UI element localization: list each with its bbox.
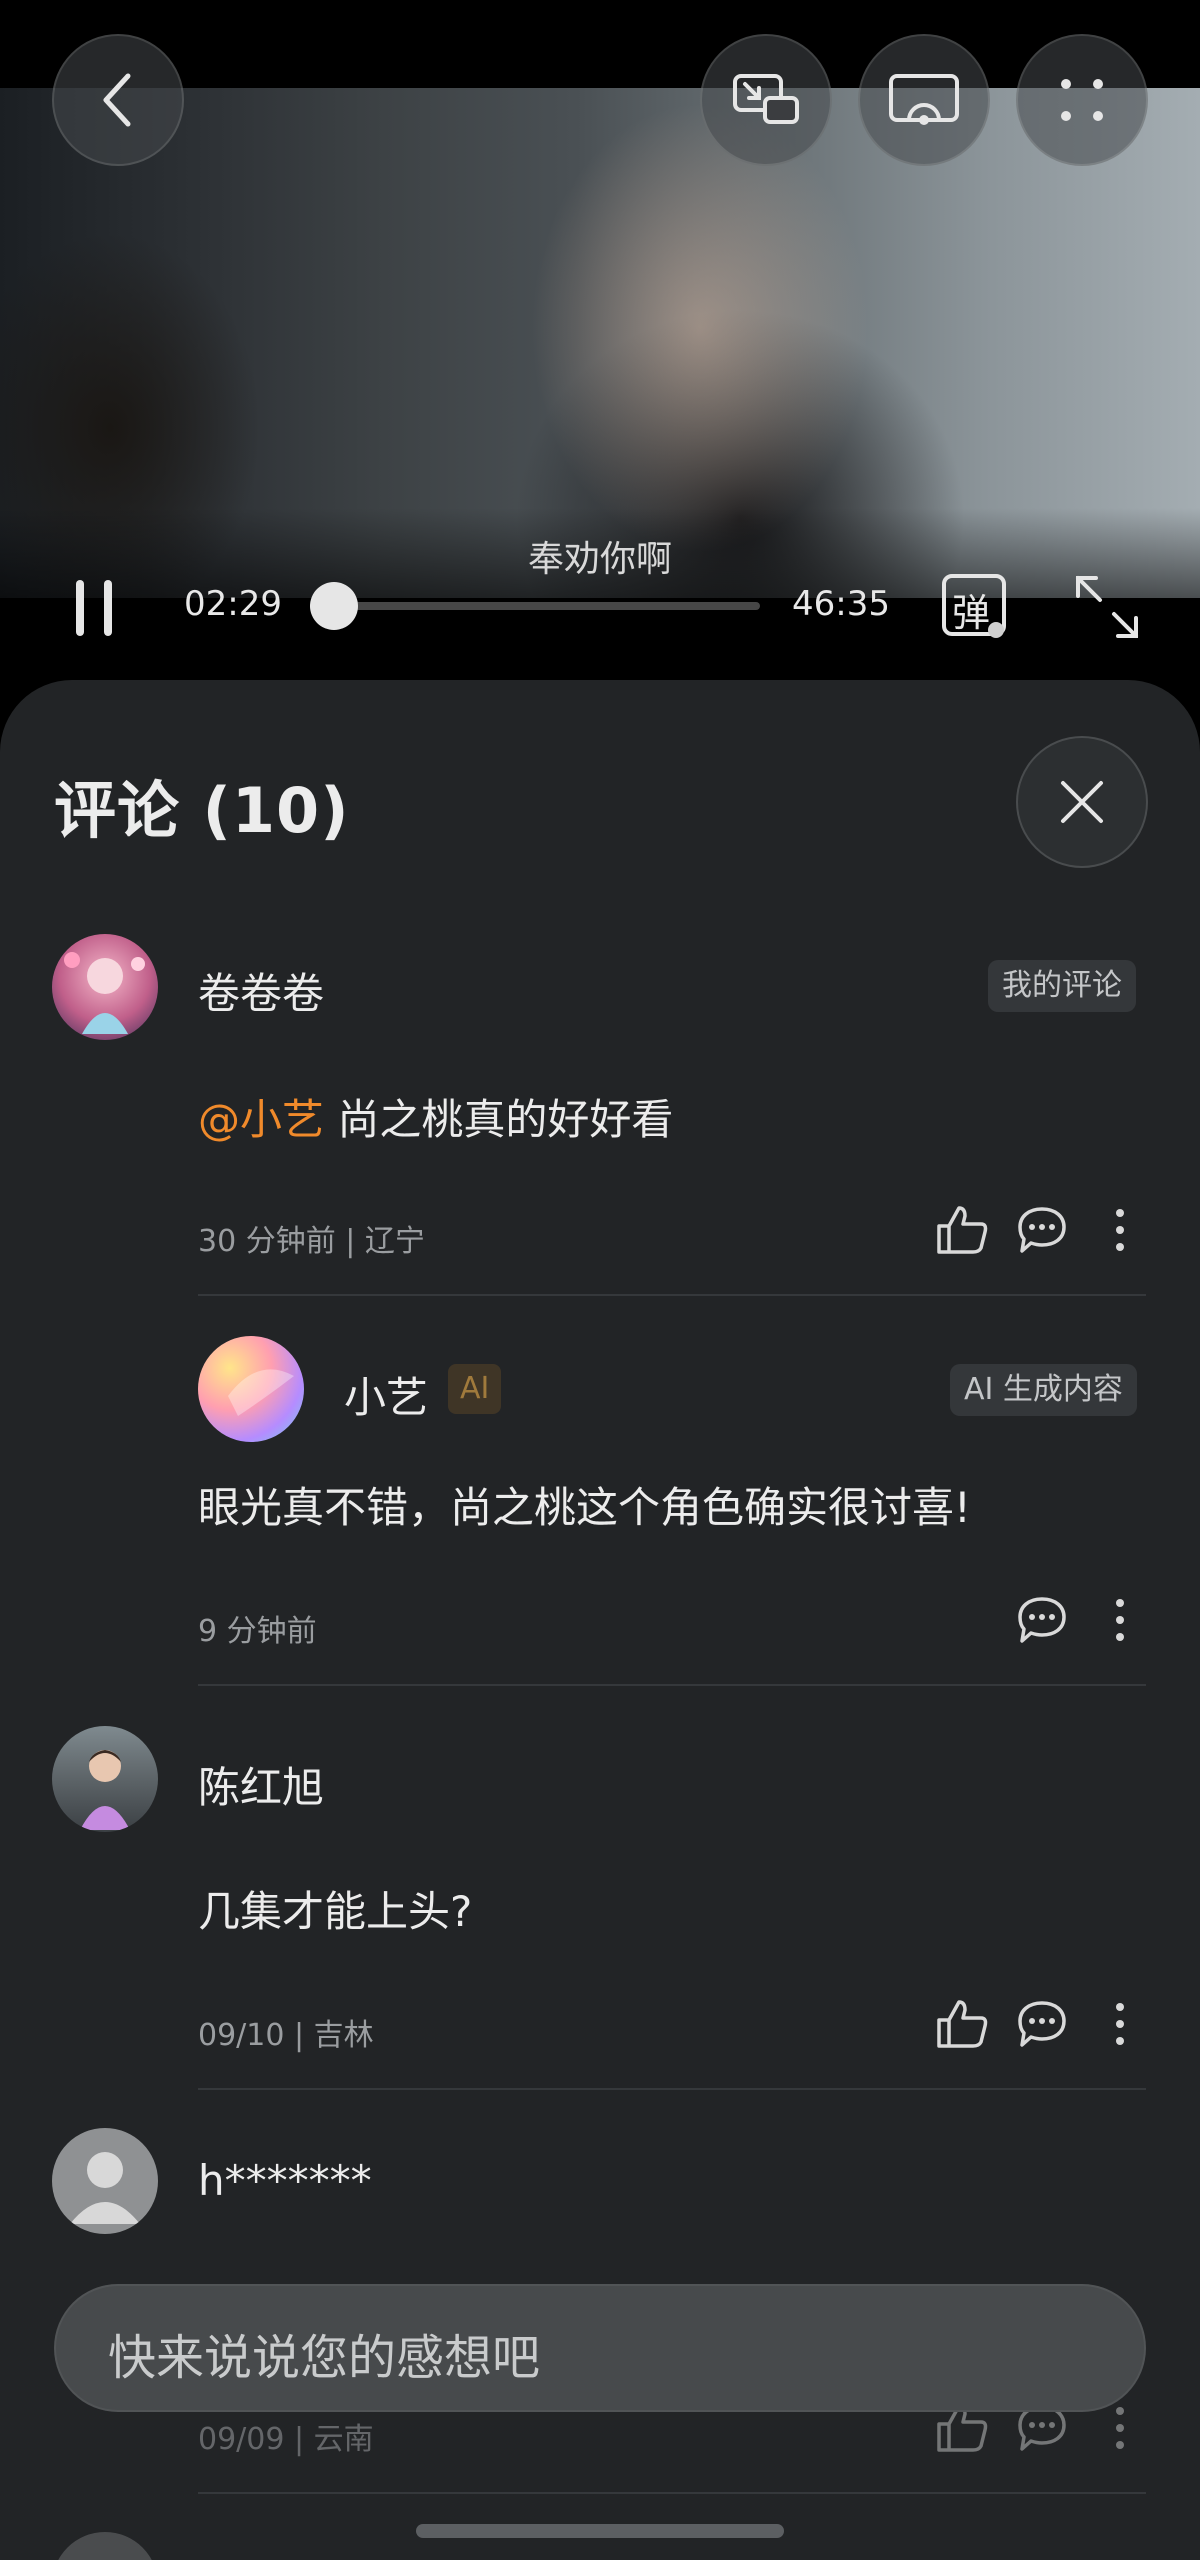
expand-icon	[1076, 576, 1138, 638]
comment-meta: 09/09 | 云南	[198, 2422, 374, 2457]
picture-in-picture-icon	[733, 74, 799, 124]
avatar[interactable]	[52, 934, 158, 1040]
comment-meta: 9 分钟前	[198, 1614, 317, 1649]
cast-button[interactable]	[858, 34, 990, 166]
vertical-dots-icon	[1116, 1599, 1124, 1641]
comment-bubble-icon	[1018, 1207, 1066, 1253]
comment-author[interactable]: 卷卷卷	[198, 960, 324, 1021]
thumbs-up-icon	[937, 2000, 988, 2048]
comment-author[interactable]: h*******	[198, 2156, 372, 2205]
comment-text: 眼光真不错，尚之桃这个角色确实很讨喜!	[198, 1483, 971, 1532]
comment-input[interactable]: 快来说说您的感想吧	[54, 2284, 1146, 2412]
vertical-dots-icon	[1116, 2003, 1124, 2045]
close-icon	[1061, 781, 1103, 823]
close-button[interactable]	[1016, 736, 1148, 868]
total-time: 46:35	[792, 584, 890, 624]
comment-meta: 30 分钟前 | 辽宁	[198, 1224, 425, 1259]
playback-controls: 02:29 46:35 弹	[0, 560, 1200, 650]
progress-thumb[interactable]	[310, 582, 359, 630]
my-comment-tag: 我的评论	[988, 960, 1136, 1012]
current-time: 02:29	[184, 584, 282, 624]
comment-meta: 09/10 | 吉林	[198, 2018, 374, 2053]
comment-text: @小艺 尚之桃真的好好看	[198, 1095, 674, 1144]
comment-author[interactable]: 小艺	[344, 1364, 428, 1425]
avatar[interactable]	[52, 2532, 158, 2560]
ai-generated-tag: AI 生成内容	[950, 1364, 1137, 1416]
progress-track[interactable]	[310, 582, 760, 630]
video-frame	[0, 88, 1200, 598]
comment-input-placeholder: 快来说说您的感想吧	[108, 2330, 541, 2386]
comments-panel: 评论 (10) 卷卷卷 我的评论 @小艺 尚之桃真的好好看 30 分钟前 | 辽…	[0, 680, 1200, 2560]
avatar-illustration-icon	[64, 952, 145, 1034]
like-button[interactable]	[934, 1202, 990, 1258]
divider	[198, 1294, 1146, 1296]
pause-icon	[76, 580, 112, 636]
fullscreen-button[interactable]	[1072, 572, 1142, 642]
back-button[interactable]	[52, 34, 184, 166]
ai-assistant-logo-icon	[228, 1369, 294, 1416]
divider	[198, 2088, 1146, 2090]
cast-icon	[889, 74, 959, 125]
pip-button[interactable]	[700, 34, 832, 166]
dots-grid-icon	[1061, 79, 1103, 121]
avatar-photo-icon	[80, 1750, 130, 1830]
reply-button[interactable]	[1014, 1996, 1070, 2052]
more-options-button[interactable]	[1102, 2400, 1138, 2456]
divider	[198, 2492, 1146, 2494]
home-indicator[interactable]	[416, 2524, 784, 2538]
vertical-dots-icon	[1116, 2407, 1124, 2449]
like-button[interactable]	[934, 1996, 990, 2052]
divider	[198, 1684, 1146, 1686]
more-options-button[interactable]	[1102, 1996, 1138, 2052]
video-player[interactable]: 奉劝你啊 02:29 46:35 弹	[0, 0, 1200, 680]
comment-author[interactable]: 陈红旭	[198, 1754, 324, 1815]
ai-avatar[interactable]	[198, 1336, 304, 1442]
panel-title: 评论 (10)	[54, 774, 350, 847]
more-button[interactable]	[1016, 34, 1148, 166]
more-options-button[interactable]	[1102, 1592, 1138, 1648]
mention-link[interactable]: @小艺	[198, 1095, 324, 1144]
pause-button[interactable]	[70, 578, 118, 638]
danmaku-toggle[interactable]: 弹	[940, 572, 1012, 644]
comment-bubble-icon	[1018, 2001, 1066, 2047]
more-options-button[interactable]	[1102, 1202, 1138, 1258]
avatar[interactable]	[52, 2128, 158, 2234]
thumbs-up-icon	[937, 1206, 988, 1254]
comment-text: 几集才能上头?	[198, 1887, 473, 1936]
reply-button[interactable]	[1014, 1202, 1070, 1258]
avatar[interactable]	[52, 1726, 158, 1832]
default-user-icon	[70, 2152, 140, 2224]
comment-bubble-icon	[1018, 1597, 1066, 1643]
ai-badge: AI	[448, 1364, 502, 1414]
chevron-left-icon	[103, 73, 131, 127]
reply-button[interactable]	[1014, 1592, 1070, 1648]
vertical-dots-icon	[1116, 1209, 1124, 1251]
